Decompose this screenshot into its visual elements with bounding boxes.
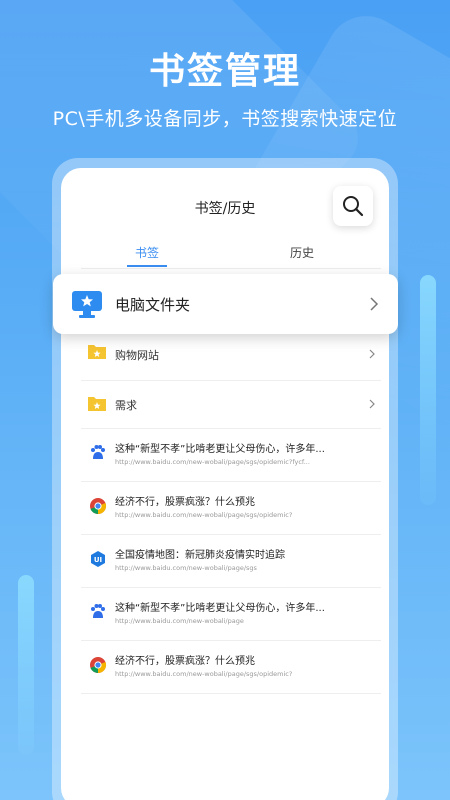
- list-item-link[interactable]: 这种“新型不孝”比啃老更让父母伤心，许多年... http://www.baid…: [81, 429, 381, 482]
- subheadline: PC\手机多设备同步，书签搜索快速定位: [52, 108, 398, 130]
- pc-star-icon: [72, 291, 102, 318]
- list-item-link[interactable]: 经济不行，股票疯涨？什么预兆 http://www.baidu.com/new-…: [81, 641, 381, 694]
- link-url: http://www.baidu.com/new-wobali/page: [115, 617, 244, 625]
- chevron-right-icon: [370, 297, 379, 311]
- folder-label: 购物网站: [115, 349, 159, 362]
- link-url: http://www.baidu.com/new-wobali/page/sgs: [115, 564, 257, 572]
- tab-history[interactable]: 历史: [290, 244, 314, 261]
- tab-bar: 书签 历史: [61, 238, 389, 269]
- baidu-icon: [91, 604, 105, 618]
- ui-icon: UI: [91, 551, 105, 567]
- bookmark-list: 购物网站 需求 这种“新型不孝”比啃老更让父母伤心，许多年... http://…: [61, 323, 389, 694]
- decorative-bar: [420, 275, 436, 505]
- list-item-link[interactable]: 这种“新型不孝”比啃老更让父母伤心，许多年... http://www.baid…: [81, 588, 381, 641]
- folder-star-icon: [88, 345, 106, 359]
- list-item-link[interactable]: UI 全国疫情地图：新冠肺炎疫情实时追踪 http://www.baidu.co…: [81, 535, 381, 588]
- list-item-link[interactable]: 经济不行，股票疯涨？什么预兆 http://www.baidu.com/new-…: [81, 482, 381, 535]
- active-tab-indicator: [127, 265, 167, 267]
- list-item-folder[interactable]: 需求: [81, 381, 381, 429]
- divider: [81, 268, 381, 269]
- decorative-bar: [18, 575, 34, 755]
- link-url: http://www.baidu.com/new-wobali/page/sgs…: [115, 511, 293, 519]
- link-title: 这种“新型不孝”比啃老更让父母伤心，许多年...: [115, 603, 325, 614]
- folder-star-icon: [88, 397, 106, 411]
- list-item-pc-folder[interactable]: 电脑文件夹: [53, 274, 398, 334]
- tab-bookmarks[interactable]: 书签: [135, 244, 159, 261]
- search-icon: [343, 196, 364, 217]
- svg-text:UI: UI: [94, 556, 102, 564]
- phone-screen: 书签/历史 书签 历史 购物网站 需求 这种“新型不孝”比啃老更让父母伤心，许多…: [61, 168, 389, 800]
- chrome-icon: [90, 498, 107, 515]
- folder-label: 需求: [115, 399, 137, 412]
- link-title: 经济不行，股票疯涨？什么预兆: [115, 656, 255, 667]
- link-url: http://www.baidu.com/new-wobali/page/sgs…: [115, 458, 310, 466]
- search-button[interactable]: [333, 186, 373, 226]
- headline: 书签管理: [148, 51, 301, 92]
- pc-folder-label: 电脑文件夹: [115, 296, 191, 314]
- chrome-icon: [90, 657, 107, 674]
- link-title: 这种“新型不孝”比啃老更让父母伤心，许多年...: [115, 444, 325, 455]
- link-title: 全国疫情地图：新冠肺炎疫情实时追踪: [115, 550, 285, 561]
- chevron-right-icon: [369, 399, 375, 409]
- link-title: 经济不行，股票疯涨？什么预兆: [115, 497, 255, 508]
- link-url: http://www.baidu.com/new-wobali/page/sgs…: [115, 670, 293, 678]
- chevron-right-icon: [369, 349, 375, 359]
- baidu-icon: [91, 445, 105, 459]
